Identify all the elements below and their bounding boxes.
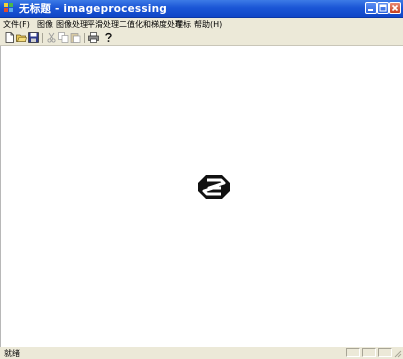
resize-grip-icon[interactable]	[393, 349, 402, 358]
cut-icon[interactable]	[46, 32, 57, 43]
close-icon	[391, 4, 399, 12]
copy-icon[interactable]	[58, 32, 69, 43]
status-panel-num	[362, 348, 376, 357]
menu-file[interactable]: 文件(F)	[3, 19, 30, 30]
paste-icon[interactable]	[70, 32, 81, 43]
menu-bar: 文件(F) 图像 图像处理 平滑处理 二值化和梯度处理 车标 帮助(H)	[0, 18, 403, 31]
open-folder-icon[interactable]	[16, 32, 27, 43]
document-view[interactable]	[0, 46, 403, 347]
status-bar: 就绪	[0, 347, 403, 359]
title-bar[interactable]: 无标题 - imageprocessing	[0, 0, 403, 18]
status-panel-scrl	[378, 348, 392, 357]
toolbar	[0, 31, 403, 46]
menu-binarization-gradient[interactable]: 二值化和梯度处理	[119, 19, 183, 30]
app-icon	[4, 3, 13, 12]
minimize-icon	[368, 9, 373, 11]
toolbar-separator	[42, 33, 43, 43]
minimize-button[interactable]	[365, 2, 377, 14]
window-title: 无标题 - imageprocessing	[19, 3, 167, 15]
menu-image-processing[interactable]: 图像处理	[56, 19, 88, 30]
save-disk-icon[interactable]	[28, 32, 39, 43]
toolbar-separator	[84, 33, 85, 43]
close-button[interactable]	[389, 2, 401, 14]
status-panel-cap	[346, 348, 360, 357]
application-window: 无标题 - imageprocessing 文件(F) 图像 图像处理 平滑处理…	[0, 0, 403, 359]
help-icon[interactable]	[103, 32, 114, 43]
status-text: 就绪	[4, 349, 20, 358]
new-file-icon[interactable]	[4, 32, 15, 43]
maximize-icon	[379, 4, 387, 12]
print-icon[interactable]	[88, 32, 99, 43]
menu-car-logo[interactable]: 车标	[175, 19, 191, 30]
menu-help[interactable]: 帮助(H)	[194, 19, 222, 30]
maximize-button[interactable]	[377, 2, 389, 14]
menu-smoothing[interactable]: 平滑处理	[87, 19, 119, 30]
car-logo-image	[198, 175, 230, 199]
menu-image[interactable]: 图像	[37, 19, 53, 30]
